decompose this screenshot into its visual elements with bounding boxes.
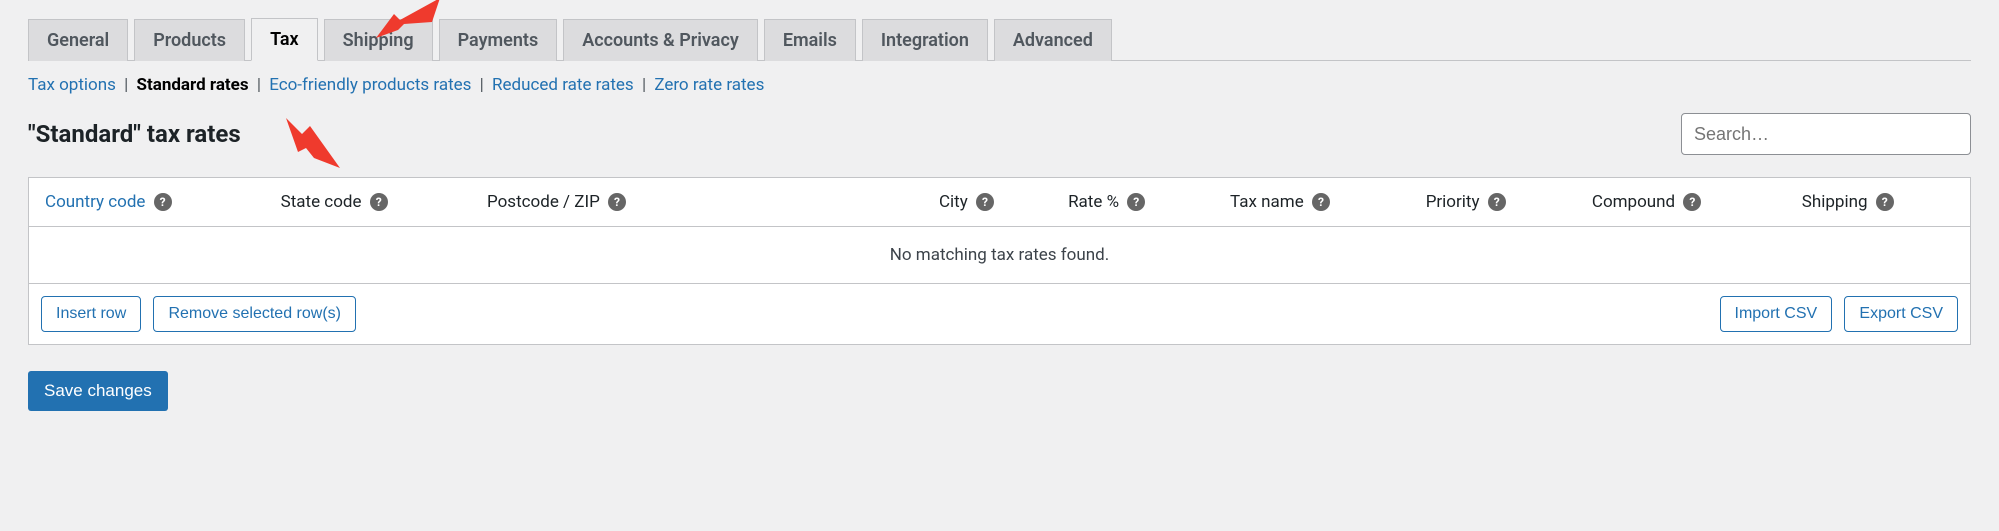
settings-tabs: General Products Tax Shipping Payments A…	[28, 0, 1971, 61]
help-icon[interactable]: ?	[154, 193, 172, 211]
col-compound-label: Compound	[1592, 192, 1675, 212]
page-title: "Standard" tax rates	[28, 120, 241, 148]
col-city-label: City	[939, 192, 968, 212]
search-input[interactable]	[1681, 113, 1971, 155]
col-state-code: State code ?	[265, 178, 471, 227]
separator: |	[480, 75, 484, 95]
export-csv-button[interactable]: Export CSV	[1844, 296, 1958, 332]
tab-advanced[interactable]: Advanced	[994, 19, 1112, 61]
col-compound: Compound ?	[1576, 178, 1786, 227]
subnav-reduced-rate-rates[interactable]: Reduced rate rates	[492, 75, 634, 95]
tab-emails[interactable]: Emails	[764, 19, 856, 61]
col-city: City ?	[923, 178, 1052, 227]
col-postcode-label: Postcode / ZIP	[487, 192, 600, 212]
tab-shipping[interactable]: Shipping	[324, 19, 433, 61]
col-shipping-label: Shipping	[1802, 192, 1868, 212]
tab-payments[interactable]: Payments	[439, 19, 558, 61]
tab-tax[interactable]: Tax	[251, 18, 318, 61]
help-icon[interactable]: ?	[1876, 193, 1894, 211]
subnav-standard-rates[interactable]: Standard rates	[137, 75, 249, 95]
help-icon[interactable]: ?	[1488, 193, 1506, 211]
col-priority: Priority ?	[1410, 178, 1576, 227]
separator: |	[124, 75, 128, 95]
subnav-eco-friendly-rates[interactable]: Eco-friendly products rates	[269, 75, 471, 95]
col-shipping: Shipping ?	[1786, 178, 1971, 227]
search-box	[1681, 113, 1971, 155]
tab-products[interactable]: Products	[134, 19, 245, 61]
separator: |	[257, 75, 261, 95]
tab-integration[interactable]: Integration	[862, 19, 988, 61]
subnav-tax-options[interactable]: Tax options	[28, 75, 116, 95]
subnav-zero-rate-rates[interactable]: Zero rate rates	[654, 75, 764, 95]
import-csv-button[interactable]: Import CSV	[1720, 296, 1833, 332]
tab-accounts-privacy[interactable]: Accounts & Privacy	[563, 19, 758, 61]
help-icon[interactable]: ?	[370, 193, 388, 211]
col-priority-label: Priority	[1426, 192, 1480, 212]
col-postcode: Postcode / ZIP ?	[471, 178, 923, 227]
separator: |	[642, 75, 646, 95]
tax-subnav: Tax options | Standard rates | Eco-frien…	[28, 75, 1971, 95]
col-country-code-link[interactable]: Country code	[45, 192, 145, 212]
col-tax-name: Tax name ?	[1214, 178, 1410, 227]
tax-rates-table: Country code ? State code ? Postcode / Z…	[28, 177, 1971, 345]
insert-row-button[interactable]: Insert row	[41, 296, 141, 332]
empty-row-message: No matching tax rates found.	[29, 227, 1971, 284]
col-state-code-label: State code	[281, 192, 362, 212]
help-icon[interactable]: ?	[976, 193, 994, 211]
help-icon[interactable]: ?	[608, 193, 626, 211]
help-icon[interactable]: ?	[1312, 193, 1330, 211]
col-rate-label: Rate %	[1068, 192, 1119, 212]
help-icon[interactable]: ?	[1127, 193, 1145, 211]
col-rate: Rate % ?	[1052, 178, 1214, 227]
col-country-code[interactable]: Country code ?	[29, 178, 265, 227]
remove-rows-button[interactable]: Remove selected row(s)	[153, 296, 356, 332]
col-tax-name-label: Tax name	[1230, 192, 1304, 212]
help-icon[interactable]: ?	[1683, 193, 1701, 211]
save-button[interactable]: Save changes	[28, 371, 168, 411]
tab-general[interactable]: General	[28, 19, 128, 61]
